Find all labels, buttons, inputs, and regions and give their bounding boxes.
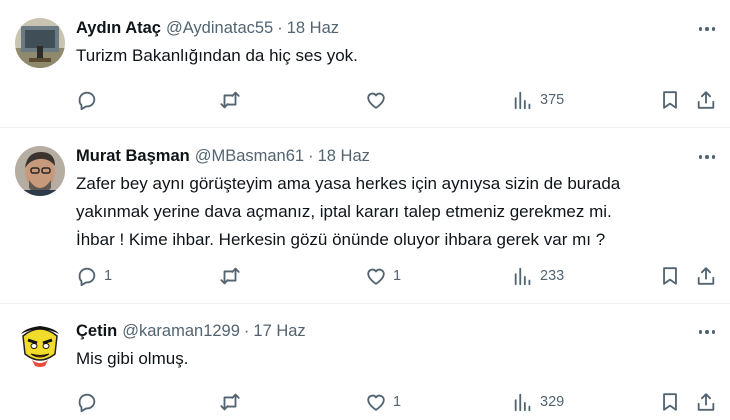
reply-icon xyxy=(78,91,96,111)
tweet-text-line: yakınmak yerine dava açmanız, iptal kara… xyxy=(76,202,612,221)
avatar[interactable] xyxy=(15,320,65,370)
avatar-image xyxy=(15,146,65,196)
views-count: 233 xyxy=(540,268,565,284)
more-horizontal-icon[interactable] xyxy=(696,322,718,342)
retweet-icon xyxy=(220,267,240,285)
tweet-date[interactable]: 18 Haz xyxy=(318,147,370,166)
tweet-text-line: Mis gibi olmuş. xyxy=(76,349,189,368)
tweet-text: Zafer bey aynı görüşteyim ama yasa herke… xyxy=(76,170,718,254)
bookmark-button[interactable] xyxy=(659,88,681,112)
bookmark-icon xyxy=(663,91,677,109)
heart-icon xyxy=(367,268,385,285)
views-button[interactable]: 375 xyxy=(512,88,564,112)
share-button[interactable] xyxy=(695,390,717,414)
author-handle[interactable]: @karaman1299 xyxy=(122,322,240,341)
reply-button[interactable] xyxy=(76,88,104,112)
tweet[interactable]: Aydın Ataç @Aydinatac55 · 18 Haz Turizm … xyxy=(0,0,730,128)
more-horizontal-icon[interactable] xyxy=(696,19,718,39)
author-name[interactable]: Çetin xyxy=(76,322,117,341)
share-icon xyxy=(697,267,715,285)
tweet-date[interactable]: 18 Haz xyxy=(287,19,339,38)
retweet-button[interactable] xyxy=(219,390,247,414)
share-icon xyxy=(697,91,715,109)
avatar-image xyxy=(15,320,65,370)
like-button[interactable]: 1 xyxy=(365,390,401,414)
author-name[interactable]: Aydın Ataç xyxy=(76,19,161,38)
bookmark-button[interactable] xyxy=(659,264,681,288)
reply-icon xyxy=(78,393,96,413)
share-icon xyxy=(697,393,715,411)
retweet-icon xyxy=(220,91,240,109)
bookmark-icon xyxy=(663,393,677,411)
reply-icon xyxy=(78,267,96,287)
reply-button[interactable]: 1 xyxy=(76,264,112,288)
heart-icon xyxy=(367,92,385,109)
tweet[interactable]: Murat Başman @MBasman61 · 18 Haz Zafer b… xyxy=(0,128,730,304)
tweet-text: Mis gibi olmuş. xyxy=(76,345,718,373)
tweet-header: Çetin @karaman1299 · 17 Haz xyxy=(76,322,718,344)
like-button[interactable]: 1 xyxy=(365,264,401,288)
avatar-image xyxy=(15,18,65,68)
retweet-button[interactable] xyxy=(219,264,247,288)
separator-dot: · xyxy=(243,322,250,340)
reply-button[interactable] xyxy=(76,390,104,414)
reply-count: 1 xyxy=(104,268,113,284)
tweet-header: Murat Başman @MBasman61 · 18 Haz xyxy=(76,147,718,169)
like-button[interactable] xyxy=(365,88,393,112)
author-handle[interactable]: @MBasman61 xyxy=(195,147,304,166)
tweet-text-line: Turizm Bakanlığından da hiç ses yok. xyxy=(76,46,358,65)
like-count: 1 xyxy=(393,394,402,410)
views-button[interactable]: 329 xyxy=(512,390,564,414)
like-count: 1 xyxy=(393,268,402,284)
tweet-date[interactable]: 17 Haz xyxy=(253,322,305,341)
retweet-icon xyxy=(220,393,240,411)
separator-dot: · xyxy=(277,19,283,37)
avatar[interactable] xyxy=(15,18,65,68)
author-name[interactable]: Murat Başman xyxy=(76,147,190,166)
heart-icon xyxy=(367,394,385,411)
tweet[interactable]: Çetin @karaman1299 · 17 Haz Mis gibi olm… xyxy=(0,304,730,420)
share-button[interactable] xyxy=(695,88,717,112)
views-count: 329 xyxy=(540,394,565,410)
tweet-actions: 1 1 233 xyxy=(76,264,716,288)
views-button[interactable]: 233 xyxy=(512,264,564,288)
tweet-actions: 375 xyxy=(76,88,716,112)
views-bar-chart-icon xyxy=(514,91,531,110)
retweet-button[interactable] xyxy=(219,88,247,112)
author-handle[interactable]: @Aydinatac55 xyxy=(166,19,273,38)
avatar[interactable] xyxy=(15,146,65,196)
views-count: 375 xyxy=(540,92,565,108)
tweet-text-line: Zafer bey aynı görüşteyim ama yasa herke… xyxy=(76,174,621,193)
tweet-actions: 1 329 xyxy=(76,390,716,414)
views-bar-chart-icon xyxy=(514,393,531,412)
tweet-text: Turizm Bakanlığından da hiç ses yok. xyxy=(76,42,718,70)
bookmark-icon xyxy=(663,267,677,285)
more-horizontal-icon[interactable] xyxy=(696,147,718,167)
tweet-header: Aydın Ataç @Aydinatac55 · 18 Haz xyxy=(76,19,718,41)
views-bar-chart-icon xyxy=(514,267,531,286)
bookmark-button[interactable] xyxy=(659,390,681,414)
share-button[interactable] xyxy=(695,264,717,288)
separator-dot: · xyxy=(308,147,314,165)
tweet-text-line: İhbar ! Kime ihbar. Herkesin gözü önünde… xyxy=(76,230,606,249)
